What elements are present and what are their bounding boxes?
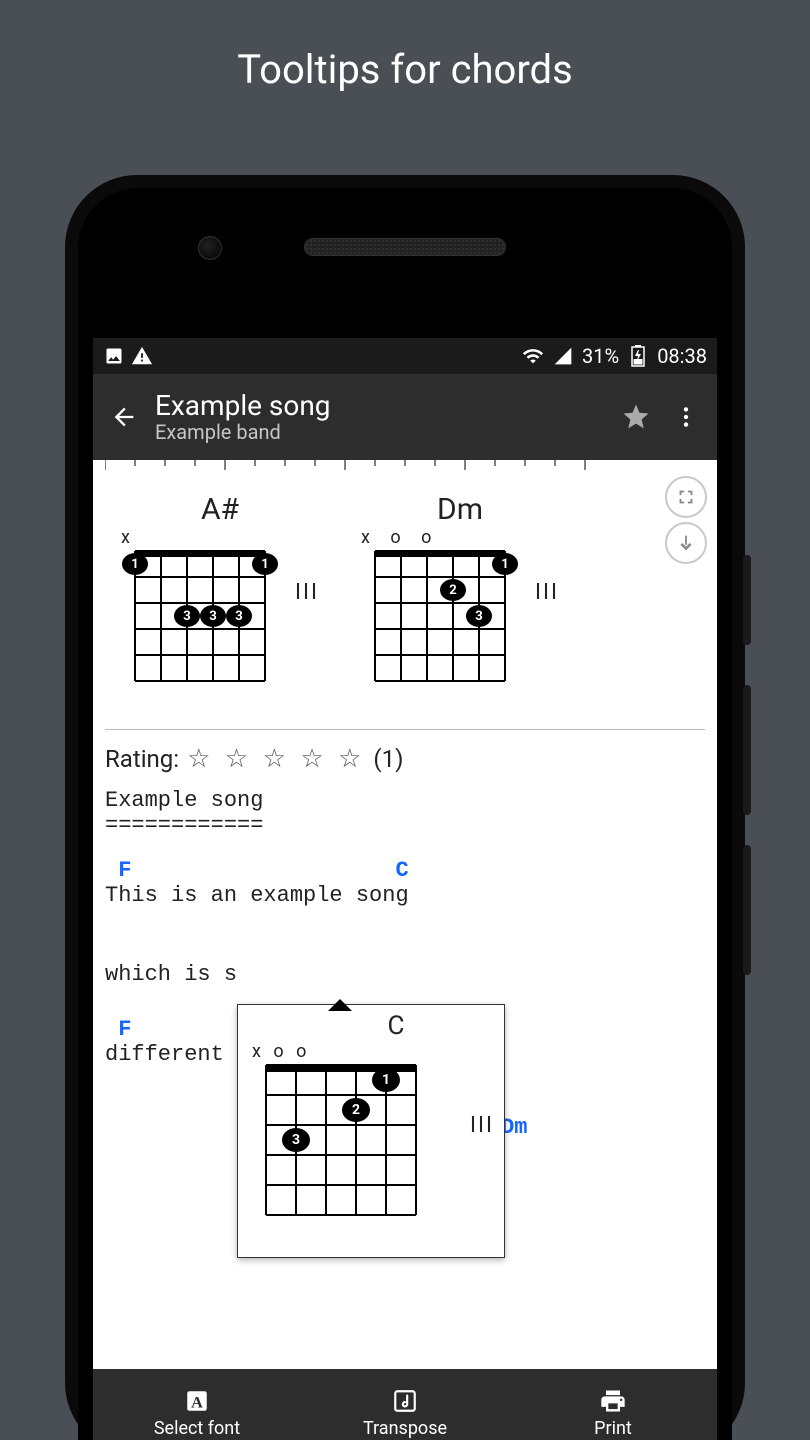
- lyric-line: This is an example song: [105, 883, 705, 908]
- bottombar-label: Transpose: [363, 1418, 447, 1439]
- select-font-button[interactable]: A Select font: [93, 1369, 301, 1440]
- battery-icon: [627, 345, 649, 367]
- song-artist: Example band: [155, 422, 611, 443]
- svg-text:1: 1: [261, 557, 268, 572]
- chord-tooltip: C x o o: [237, 1004, 505, 1258]
- svg-text:2: 2: [449, 583, 456, 598]
- chord-nut-markers: x: [115, 527, 285, 545]
- bottombar-label: Select font: [154, 1418, 240, 1439]
- battery-text: 31%: [582, 344, 619, 368]
- phone-side-button: [743, 845, 751, 975]
- transpose-button[interactable]: Transpose: [301, 1369, 509, 1440]
- signal-icon: [552, 345, 574, 367]
- chord-line[interactable]: F C: [105, 858, 705, 883]
- phone-side-button: [743, 685, 751, 815]
- svg-text:1: 1: [382, 1072, 390, 1088]
- chord-name: Dm: [355, 492, 525, 527]
- svg-text:1: 1: [131, 557, 138, 572]
- statusbar: 31% 08:38: [93, 338, 717, 374]
- divider: [105, 729, 705, 730]
- back-button[interactable]: [99, 392, 149, 442]
- chord-name: C: [246, 1011, 496, 1041]
- chord-diagram[interactable]: A# x: [115, 492, 285, 695]
- svg-text:3: 3: [183, 609, 190, 624]
- chord-grid: 1 2 3: [355, 545, 525, 695]
- bottombar-label: Print: [594, 1418, 632, 1439]
- title-block: Example song Example band: [155, 391, 611, 443]
- image-icon: [103, 345, 125, 367]
- rating-stars[interactable]: ☆ ☆ ☆ ☆ ☆: [187, 744, 365, 774]
- transpose-icon: [390, 1386, 420, 1416]
- clock: 08:38: [657, 344, 707, 368]
- overflow-menu-button[interactable]: [661, 392, 711, 442]
- song-body-underline: ============: [105, 813, 705, 838]
- font-icon: A: [182, 1386, 212, 1416]
- chord-nut-markers: x o o: [246, 1041, 496, 1059]
- svg-text:3: 3: [475, 609, 482, 624]
- svg-text:3: 3: [235, 609, 242, 624]
- svg-text:3: 3: [209, 609, 216, 624]
- fullscreen-button[interactable]: [665, 476, 707, 518]
- print-button[interactable]: Print: [509, 1369, 717, 1440]
- phone-side-button: [743, 555, 751, 645]
- song-body-title: Example song: [105, 788, 705, 813]
- app-screen: 31% 08:38 Example song Example band: [93, 338, 717, 1440]
- svg-text:2: 2: [352, 1102, 360, 1118]
- content[interactable]: A# x: [93, 460, 717, 1369]
- lyric-line: which is s: [105, 962, 705, 987]
- chord-fret-label: III: [295, 580, 319, 605]
- song-title: Example song: [155, 391, 611, 420]
- bottombar: A Select font Transpose P: [93, 1369, 717, 1440]
- chord-fret-label: III: [470, 1113, 494, 1138]
- print-icon: [598, 1386, 628, 1416]
- chord-diagram[interactable]: Dm x o o: [355, 492, 525, 695]
- chord-grid: 1 1 3 3 3: [115, 545, 285, 695]
- rating-line: Rating: ☆ ☆ ☆ ☆ ☆ (1): [105, 744, 705, 774]
- page-caption: Tooltips for chords: [0, 0, 810, 93]
- phone-camera: [198, 236, 222, 260]
- ruler-ticks: [105, 460, 705, 482]
- chord-name: A#: [115, 492, 285, 527]
- phone-frame: 31% 08:38 Example song Example band: [65, 175, 745, 1440]
- chord-fret-label: III: [535, 580, 559, 605]
- appbar: Example song Example band: [93, 374, 717, 460]
- svg-text:A: A: [191, 1393, 203, 1411]
- scroll-down-button[interactable]: [665, 522, 707, 564]
- favorite-button[interactable]: [611, 392, 661, 442]
- svg-text:3: 3: [292, 1132, 300, 1148]
- chord-nut-markers: x o o: [355, 527, 525, 545]
- phone-speaker: [304, 238, 506, 256]
- chord-grid: 1 2 3: [246, 1059, 436, 1229]
- warning-icon: [131, 345, 153, 367]
- rating-count: (1): [373, 745, 403, 773]
- rating-label: Rating:: [105, 745, 179, 773]
- wifi-icon: [522, 345, 544, 367]
- svg-text:1: 1: [501, 557, 508, 572]
